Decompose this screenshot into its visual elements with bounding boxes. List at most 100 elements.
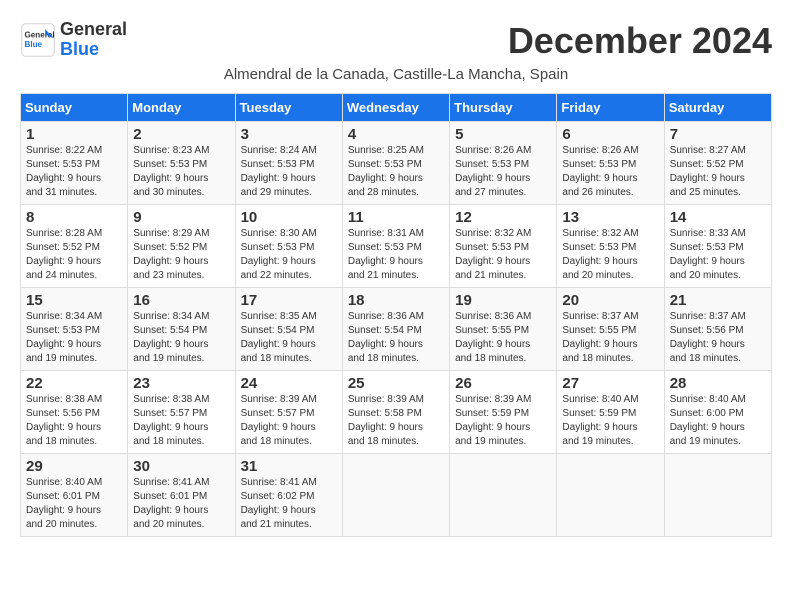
calendar-cell: 27Sunrise: 8:40 AM Sunset: 5:59 PM Dayli… — [557, 371, 664, 454]
day-number: 20 — [562, 292, 658, 309]
day-number: 10 — [241, 209, 337, 226]
calendar-cell: 23Sunrise: 8:38 AM Sunset: 5:57 PM Dayli… — [128, 371, 235, 454]
day-info: Sunrise: 8:23 AM Sunset: 5:53 PM Dayligh… — [133, 144, 229, 200]
logo: General Blue General Blue — [20, 20, 127, 60]
month-title: December 2024 — [508, 20, 772, 62]
day-info: Sunrise: 8:31 AM Sunset: 5:53 PM Dayligh… — [348, 227, 444, 283]
day-number: 9 — [133, 209, 229, 226]
day-info: Sunrise: 8:41 AM Sunset: 6:01 PM Dayligh… — [133, 476, 229, 532]
day-number: 26 — [455, 375, 551, 392]
day-info: Sunrise: 8:32 AM Sunset: 5:53 PM Dayligh… — [562, 227, 658, 283]
calendar-cell: 18Sunrise: 8:36 AM Sunset: 5:54 PM Dayli… — [342, 288, 449, 371]
calendar-week-3: 15Sunrise: 8:34 AM Sunset: 5:53 PM Dayli… — [21, 288, 772, 371]
day-number: 15 — [26, 292, 122, 309]
calendar-cell: 6Sunrise: 8:26 AM Sunset: 5:53 PM Daylig… — [557, 122, 664, 205]
location-subtitle: Almendral de la Canada, Castille-La Manc… — [20, 66, 772, 83]
day-info: Sunrise: 8:33 AM Sunset: 5:53 PM Dayligh… — [670, 227, 766, 283]
calendar-cell: 7Sunrise: 8:27 AM Sunset: 5:52 PM Daylig… — [664, 122, 771, 205]
calendar-cell: 14Sunrise: 8:33 AM Sunset: 5:53 PM Dayli… — [664, 205, 771, 288]
day-info: Sunrise: 8:30 AM Sunset: 5:53 PM Dayligh… — [241, 227, 337, 283]
calendar-week-2: 8Sunrise: 8:28 AM Sunset: 5:52 PM Daylig… — [21, 205, 772, 288]
day-number: 16 — [133, 292, 229, 309]
day-number: 13 — [562, 209, 658, 226]
calendar-cell: 19Sunrise: 8:36 AM Sunset: 5:55 PM Dayli… — [450, 288, 557, 371]
day-number: 27 — [562, 375, 658, 392]
day-number: 21 — [670, 292, 766, 309]
day-info: Sunrise: 8:26 AM Sunset: 5:53 PM Dayligh… — [562, 144, 658, 200]
day-number: 23 — [133, 375, 229, 392]
day-info: Sunrise: 8:38 AM Sunset: 5:56 PM Dayligh… — [26, 393, 122, 449]
day-info: Sunrise: 8:40 AM Sunset: 5:59 PM Dayligh… — [562, 393, 658, 449]
weekday-header-tuesday: Tuesday — [235, 94, 342, 122]
day-info: Sunrise: 8:38 AM Sunset: 5:57 PM Dayligh… — [133, 393, 229, 449]
day-info: Sunrise: 8:25 AM Sunset: 5:53 PM Dayligh… — [348, 144, 444, 200]
calendar-cell — [557, 454, 664, 537]
calendar-cell: 24Sunrise: 8:39 AM Sunset: 5:57 PM Dayli… — [235, 371, 342, 454]
calendar-cell: 1Sunrise: 8:22 AM Sunset: 5:53 PM Daylig… — [21, 122, 128, 205]
day-info: Sunrise: 8:29 AM Sunset: 5:52 PM Dayligh… — [133, 227, 229, 283]
day-number: 17 — [241, 292, 337, 309]
day-number: 2 — [133, 126, 229, 143]
calendar-cell: 26Sunrise: 8:39 AM Sunset: 5:59 PM Dayli… — [450, 371, 557, 454]
day-info: Sunrise: 8:39 AM Sunset: 5:57 PM Dayligh… — [241, 393, 337, 449]
day-number: 4 — [348, 126, 444, 143]
svg-text:Blue: Blue — [25, 40, 43, 49]
day-info: Sunrise: 8:32 AM Sunset: 5:53 PM Dayligh… — [455, 227, 551, 283]
weekday-header-sunday: Sunday — [21, 94, 128, 122]
calendar-cell: 13Sunrise: 8:32 AM Sunset: 5:53 PM Dayli… — [557, 205, 664, 288]
day-info: Sunrise: 8:34 AM Sunset: 5:53 PM Dayligh… — [26, 310, 122, 366]
day-info: Sunrise: 8:36 AM Sunset: 5:55 PM Dayligh… — [455, 310, 551, 366]
day-info: Sunrise: 8:37 AM Sunset: 5:55 PM Dayligh… — [562, 310, 658, 366]
calendar-cell: 29Sunrise: 8:40 AM Sunset: 6:01 PM Dayli… — [21, 454, 128, 537]
header: General Blue General Blue December 2024 — [20, 20, 772, 62]
logo-icon: General Blue — [20, 22, 56, 58]
day-number: 19 — [455, 292, 551, 309]
day-number: 24 — [241, 375, 337, 392]
calendar-cell: 5Sunrise: 8:26 AM Sunset: 5:53 PM Daylig… — [450, 122, 557, 205]
day-number: 28 — [670, 375, 766, 392]
day-info: Sunrise: 8:39 AM Sunset: 5:59 PM Dayligh… — [455, 393, 551, 449]
day-number: 6 — [562, 126, 658, 143]
day-info: Sunrise: 8:40 AM Sunset: 6:01 PM Dayligh… — [26, 476, 122, 532]
calendar-cell: 8Sunrise: 8:28 AM Sunset: 5:52 PM Daylig… — [21, 205, 128, 288]
calendar-cell: 31Sunrise: 8:41 AM Sunset: 6:02 PM Dayli… — [235, 454, 342, 537]
calendar-cell: 20Sunrise: 8:37 AM Sunset: 5:55 PM Dayli… — [557, 288, 664, 371]
calendar-cell: 15Sunrise: 8:34 AM Sunset: 5:53 PM Dayli… — [21, 288, 128, 371]
calendar-cell: 2Sunrise: 8:23 AM Sunset: 5:53 PM Daylig… — [128, 122, 235, 205]
day-number: 5 — [455, 126, 551, 143]
day-info: Sunrise: 8:35 AM Sunset: 5:54 PM Dayligh… — [241, 310, 337, 366]
day-number: 25 — [348, 375, 444, 392]
day-info: Sunrise: 8:22 AM Sunset: 5:53 PM Dayligh… — [26, 144, 122, 200]
day-number: 12 — [455, 209, 551, 226]
day-number: 3 — [241, 126, 337, 143]
day-info: Sunrise: 8:41 AM Sunset: 6:02 PM Dayligh… — [241, 476, 337, 532]
calendar-week-1: 1Sunrise: 8:22 AM Sunset: 5:53 PM Daylig… — [21, 122, 772, 205]
day-number: 8 — [26, 209, 122, 226]
calendar-cell — [342, 454, 449, 537]
calendar-week-5: 29Sunrise: 8:40 AM Sunset: 6:01 PM Dayli… — [21, 454, 772, 537]
calendar-cell: 17Sunrise: 8:35 AM Sunset: 5:54 PM Dayli… — [235, 288, 342, 371]
weekday-header-friday: Friday — [557, 94, 664, 122]
calendar-cell: 4Sunrise: 8:25 AM Sunset: 5:53 PM Daylig… — [342, 122, 449, 205]
calendar-cell: 9Sunrise: 8:29 AM Sunset: 5:52 PM Daylig… — [128, 205, 235, 288]
day-info: Sunrise: 8:37 AM Sunset: 5:56 PM Dayligh… — [670, 310, 766, 366]
day-info: Sunrise: 8:24 AM Sunset: 5:53 PM Dayligh… — [241, 144, 337, 200]
day-number: 22 — [26, 375, 122, 392]
day-number: 1 — [26, 126, 122, 143]
day-number: 7 — [670, 126, 766, 143]
day-number: 31 — [241, 458, 337, 475]
day-info: Sunrise: 8:40 AM Sunset: 6:00 PM Dayligh… — [670, 393, 766, 449]
weekday-header-monday: Monday — [128, 94, 235, 122]
calendar-cell: 3Sunrise: 8:24 AM Sunset: 5:53 PM Daylig… — [235, 122, 342, 205]
calendar-cell — [664, 454, 771, 537]
calendar-header: SundayMondayTuesdayWednesdayThursdayFrid… — [21, 94, 772, 122]
calendar-cell: 22Sunrise: 8:38 AM Sunset: 5:56 PM Dayli… — [21, 371, 128, 454]
calendar-cell: 10Sunrise: 8:30 AM Sunset: 5:53 PM Dayli… — [235, 205, 342, 288]
calendar-week-4: 22Sunrise: 8:38 AM Sunset: 5:56 PM Dayli… — [21, 371, 772, 454]
calendar-cell: 28Sunrise: 8:40 AM Sunset: 6:00 PM Dayli… — [664, 371, 771, 454]
day-number: 14 — [670, 209, 766, 226]
weekday-header-saturday: Saturday — [664, 94, 771, 122]
calendar-body: 1Sunrise: 8:22 AM Sunset: 5:53 PM Daylig… — [21, 122, 772, 537]
day-number: 11 — [348, 209, 444, 226]
day-info: Sunrise: 8:28 AM Sunset: 5:52 PM Dayligh… — [26, 227, 122, 283]
